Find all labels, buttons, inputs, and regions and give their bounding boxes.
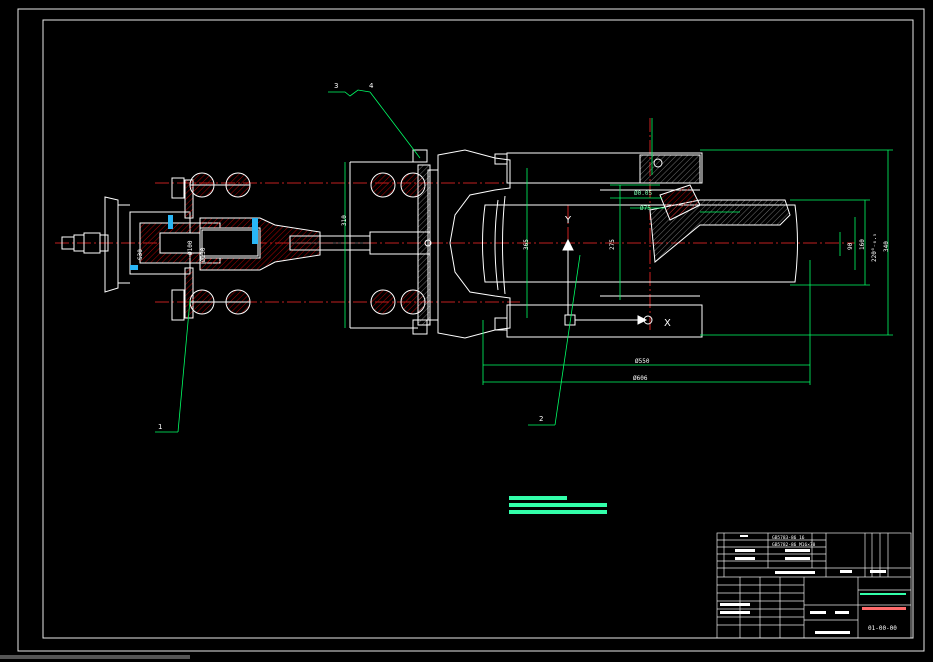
dim-310: 310 [341,215,348,226]
dim-220: 220⁰₋₀.₅ [871,233,878,262]
left-assembly [61,172,371,321]
dim-s30: S30 [137,249,144,260]
callout-2: 2 [539,415,543,423]
drawing-number: 01-00-00 [868,625,897,632]
dim-phi130: Ø130 [200,247,207,262]
callout-4: 4 [369,82,374,90]
dim-phi100: Ø100 [187,240,194,255]
dim-90: 90 [847,242,854,250]
parts-row3-standard: GB5782-86 M16×70 [772,542,816,548]
dim-275: 275 [609,239,616,250]
outer-border [17,8,925,652]
view-mark-x: X [664,318,671,329]
dim-phi75: Ø75 [640,205,651,212]
callout-1: 1 [158,423,162,431]
dim-phi550: Ø550 [635,358,650,365]
dim-160: 160 [859,239,866,250]
cad-drawing-canvas: 1 2 3 4 310 Ø100 Ø130 S30 365 275 90 160… [0,8,925,659]
dim-340: 340 [883,241,890,252]
middle-assembly [349,149,439,335]
right-assembly [437,149,798,339]
dim-ang: Ø0.05 [634,190,652,197]
title-block [716,532,912,639]
view-mark-y: Y [564,215,572,226]
technical-notes [509,496,607,514]
callout-3: 3 [334,82,338,90]
title-block-text-marks [720,535,906,634]
bottom-status-bar [0,655,190,659]
parts-row4-standard: GB5783-86 16 [772,535,805,541]
dim-365: 365 [523,239,530,250]
dim-phi606: Ø606 [633,375,648,382]
